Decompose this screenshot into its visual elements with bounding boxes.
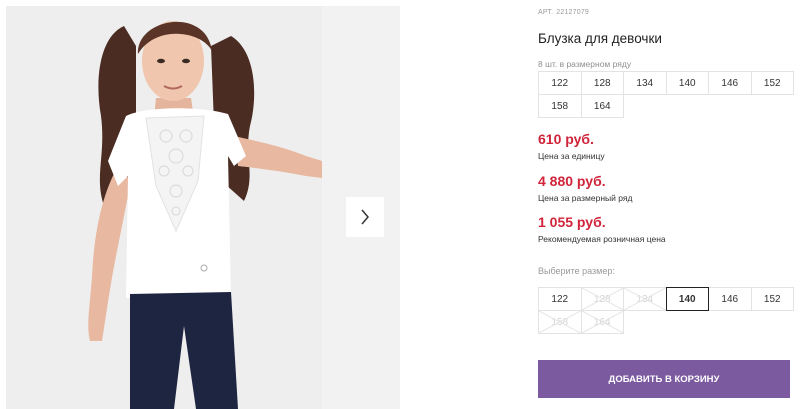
- next-image-button[interactable]: [346, 197, 384, 237]
- article-number: АРТ. 22127079: [538, 9, 589, 16]
- unavailable-cross-icon: [582, 311, 624, 333]
- size-option-146[interactable]: 146: [708, 287, 752, 311]
- unavailable-cross-icon: [624, 288, 666, 310]
- unavailable-cross-icon: [582, 288, 624, 310]
- size-option-label: 152: [763, 293, 781, 305]
- product-gallery: [0, 0, 400, 409]
- size-option-152[interactable]: 152: [750, 287, 794, 311]
- article-label: АРТ.: [538, 9, 554, 16]
- size-option-158: 158: [538, 310, 582, 334]
- pack-price-label: Цена за размерный ряд: [538, 193, 633, 203]
- size-option-134: 134: [623, 287, 667, 311]
- pack-size-cell: 122: [538, 71, 582, 95]
- size-option-label: 146: [721, 293, 739, 305]
- retail-price: 1 055 руб.: [538, 214, 606, 230]
- add-to-cart-button[interactable]: ДОБАВИТЬ В КОРЗИНУ: [538, 360, 790, 398]
- pack-size-cell: 134: [623, 71, 667, 95]
- chevron-right-icon: [361, 209, 369, 225]
- product-title: Блузка для девочки: [538, 31, 662, 46]
- unit-price-label: Цена за единицу: [538, 151, 605, 161]
- pack-size-cell: 152: [750, 71, 794, 95]
- pack-sizes-note: 8 шт. в размерном ряду: [538, 59, 632, 69]
- product-photo[interactable]: [6, 6, 322, 409]
- product-page: АРТ. 22127079 Блузка для девочки 8 шт. в …: [0, 0, 800, 409]
- choose-size-label: Выберите размер:: [538, 266, 615, 276]
- pack-size-cell: 158: [538, 94, 582, 118]
- pack-size-cell: 146: [708, 71, 752, 95]
- pack-size-cell: 140: [665, 71, 709, 95]
- pack-size-cell: 164: [580, 94, 624, 118]
- pack-size-cell: 128: [580, 71, 624, 95]
- pack-sizes-grid: 122 128 134 140 146 152 158 164: [538, 71, 794, 118]
- size-option-label: 122: [551, 293, 569, 305]
- unavailable-cross-icon: [539, 311, 581, 333]
- article-value: 22127079: [556, 9, 590, 16]
- size-option-label: 140: [678, 293, 696, 305]
- size-option-164: 164: [580, 310, 624, 334]
- unit-price: 610 руб.: [538, 131, 594, 147]
- size-option-128: 128: [580, 287, 624, 311]
- retail-price-label: Рекомендуемая розничная цена: [538, 234, 666, 244]
- size-selector: 122 128134 140 146 152 158164: [538, 287, 794, 334]
- size-option-122[interactable]: 122: [538, 287, 582, 311]
- size-option-140[interactable]: 140: [665, 287, 709, 311]
- pack-price: 4 880 руб.: [538, 173, 606, 189]
- product-photo-illustration: [6, 6, 322, 409]
